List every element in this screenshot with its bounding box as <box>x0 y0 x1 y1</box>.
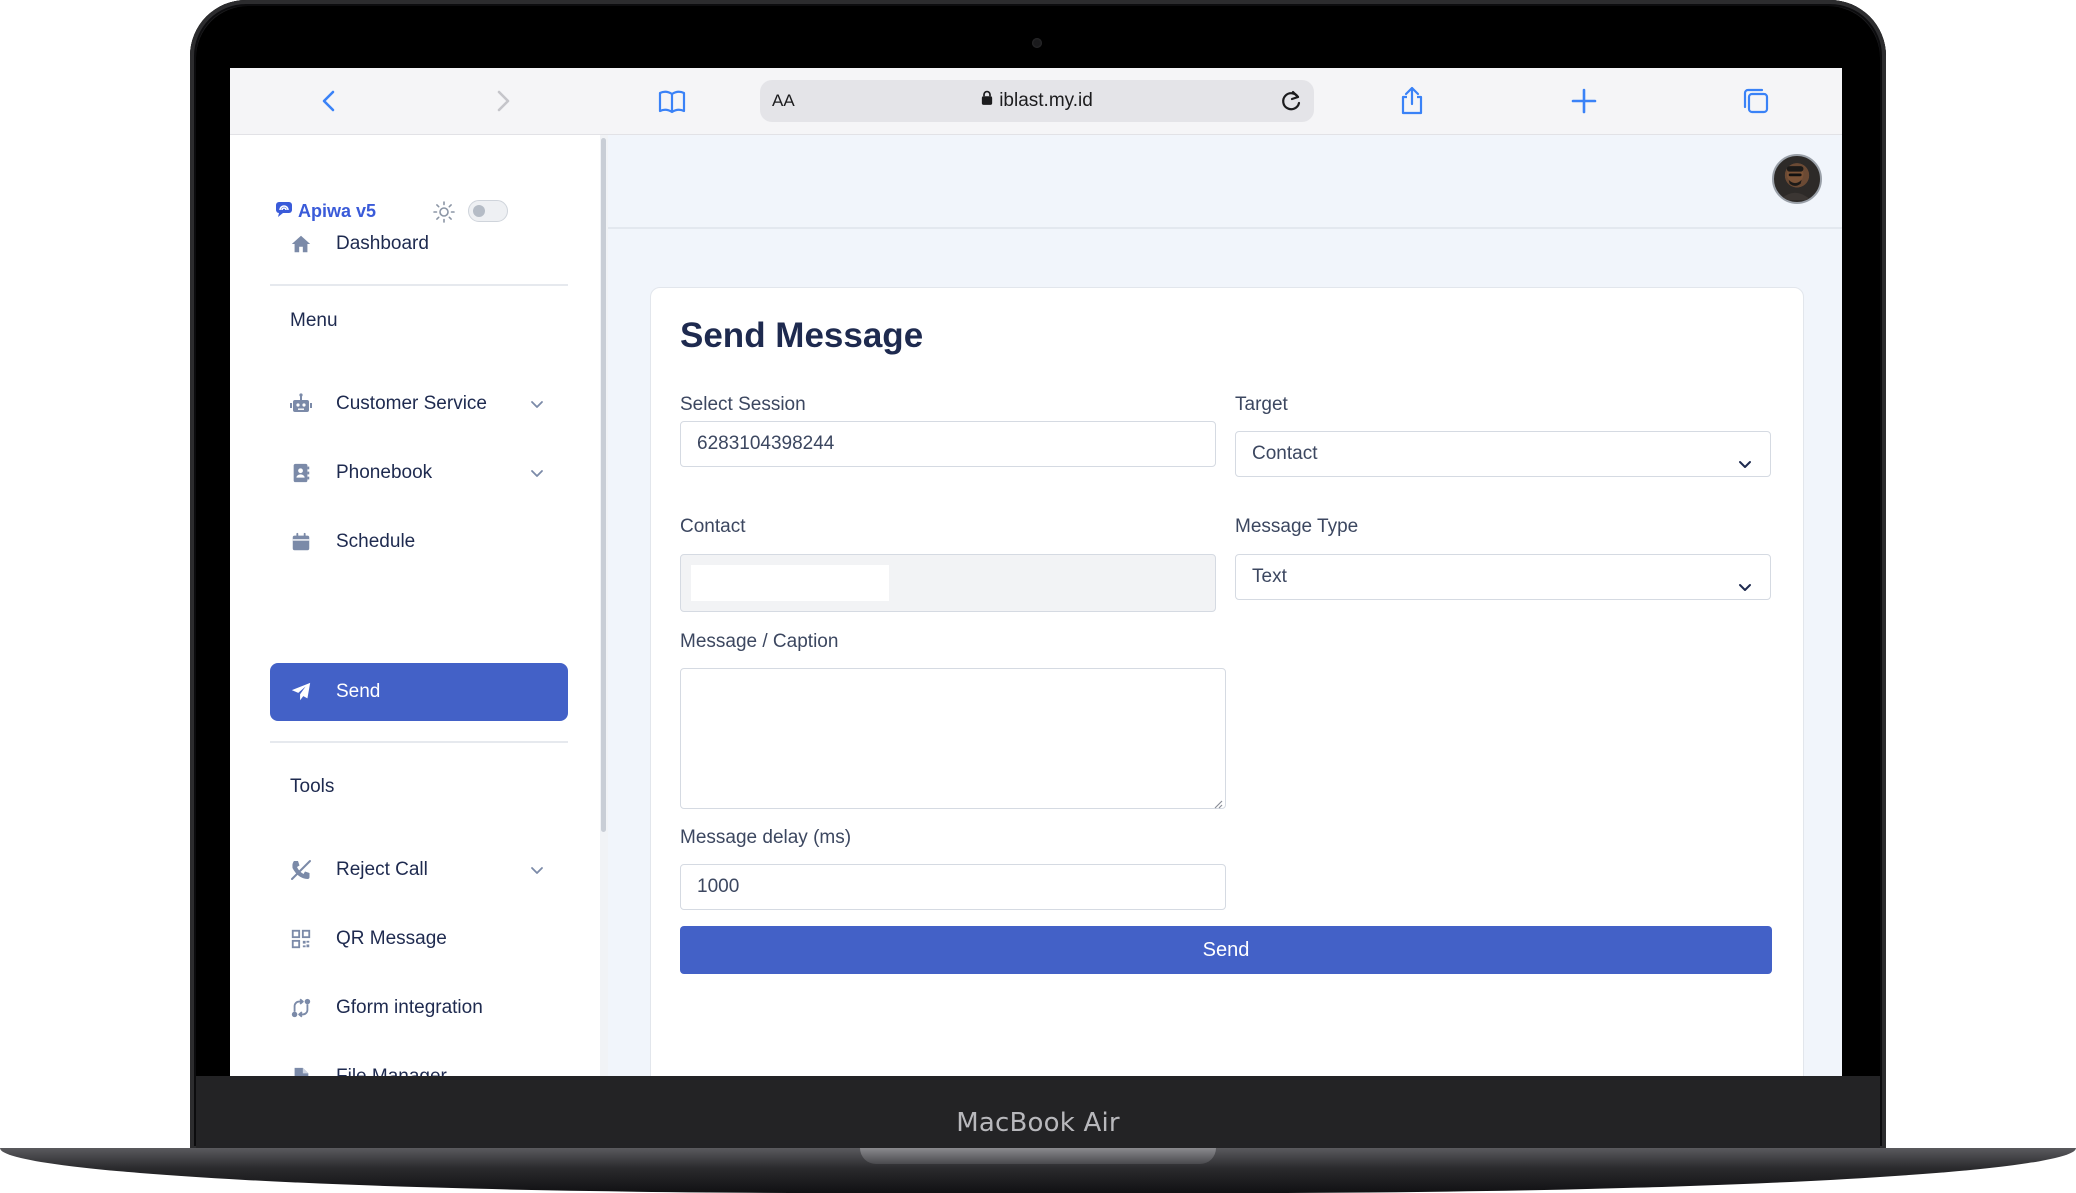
sidebar-item-label: Send <box>336 681 381 702</box>
delay-field[interactable]: 1000 <box>680 864 1226 910</box>
reload-icon[interactable] <box>1276 86 1306 116</box>
phone-off-icon <box>288 857 314 883</box>
sidebar-divider <box>270 284 568 286</box>
sidebar-item-label: Customer Service <box>336 393 487 414</box>
sidebar-item-reject-call[interactable]: Reject Call <box>270 841 568 899</box>
message-caption-textarea[interactable] <box>680 668 1226 809</box>
calendar-icon <box>288 529 314 555</box>
contact-label: Contact <box>680 516 746 537</box>
message-caption-label: Message / Caption <box>680 631 839 652</box>
contact-field[interactable] <box>680 554 1216 612</box>
target-select[interactable]: Contact <box>1235 431 1771 477</box>
sidebar-item-label: File Manager <box>336 1066 447 1076</box>
device-brand-label: MacBook Air <box>956 1108 1120 1138</box>
target-label: Target <box>1235 394 1288 415</box>
sidebar-item-label: Reject Call <box>336 859 428 880</box>
sidebar-scrollbar-thumb[interactable] <box>601 138 606 832</box>
file-icon <box>288 1064 314 1076</box>
chevron-down-icon <box>528 464 546 482</box>
url-text: iblast.my.id <box>999 90 1093 112</box>
home-icon <box>288 231 314 257</box>
send-button[interactable]: Send <box>680 926 1772 974</box>
menu-heading: Menu <box>290 310 338 331</box>
sidebar-item-file-manager[interactable]: File Manager <box>270 1048 568 1076</box>
sidebar-item-label: QR Message <box>336 928 447 949</box>
tabs-icon[interactable] <box>1740 85 1772 117</box>
bookmarks-icon[interactable] <box>656 85 688 117</box>
sidebar-item-label: Schedule <box>336 531 416 552</box>
delay-label: Message delay (ms) <box>680 827 852 848</box>
lock-icon <box>981 80 993 122</box>
contact-input-blank <box>691 565 889 601</box>
back-icon[interactable] <box>314 85 346 117</box>
sidebar-item-qr-message[interactable]: QR Message <box>270 910 568 968</box>
new-tab-icon[interactable] <box>1568 85 1600 117</box>
forward-icon[interactable] <box>486 85 518 117</box>
sync-icon <box>288 995 314 1021</box>
sidebar-divider <box>270 741 568 743</box>
screen: AA iblast.my.id Apiwa v5 Dashboard Menu … <box>230 68 1842 1076</box>
browser-toolbar: AA iblast.my.id <box>230 68 1842 135</box>
sidebar-item-label: Dashboard <box>336 233 429 254</box>
session-label: Select Session <box>680 394 806 415</box>
chevron-down-icon <box>1736 569 1754 591</box>
resize-handle-icon[interactable] <box>1213 796 1223 809</box>
page-title: Send Message <box>680 316 924 355</box>
chevron-down-icon <box>528 861 546 879</box>
address-bar[interactable]: AA iblast.my.id <box>760 80 1314 122</box>
robot-icon <box>288 391 314 417</box>
qr-code-icon <box>288 926 314 952</box>
avatar[interactable] <box>1772 154 1822 204</box>
camera <box>1032 38 1042 48</box>
paper-plane-icon <box>288 679 314 705</box>
chevron-down-icon <box>1736 446 1754 468</box>
top-header <box>608 135 1842 229</box>
message-type-select[interactable]: Text <box>1235 554 1771 600</box>
message-type-label: Message Type <box>1235 516 1359 537</box>
laptop-hinge-notch <box>860 1148 1216 1164</box>
sidebar-item-gform-integration[interactable]: Gform integration <box>270 979 568 1037</box>
share-icon[interactable] <box>1396 85 1428 117</box>
sidebar-item-label: Gform integration <box>336 997 483 1018</box>
sidebar-item-label: Phonebook <box>336 462 433 483</box>
message-type-select-value: Text <box>1252 566 1287 587</box>
sidebar-item-send[interactable]: Send <box>270 663 568 721</box>
session-field[interactable]: 6283104398244 <box>680 421 1216 467</box>
contact-book-icon <box>288 460 314 486</box>
chevron-down-icon <box>528 395 546 413</box>
tools-heading: Tools <box>290 776 335 797</box>
sidebar-item-dashboard[interactable]: Dashboard <box>270 215 568 273</box>
url-display[interactable]: iblast.my.id <box>760 80 1314 122</box>
sidebar-item-schedule[interactable]: Schedule <box>270 513 568 571</box>
sidebar-item-customer-service[interactable]: Customer Service <box>270 375 568 433</box>
target-select-value: Contact <box>1252 443 1318 464</box>
sidebar-item-phonebook[interactable]: Phonebook <box>270 444 568 502</box>
